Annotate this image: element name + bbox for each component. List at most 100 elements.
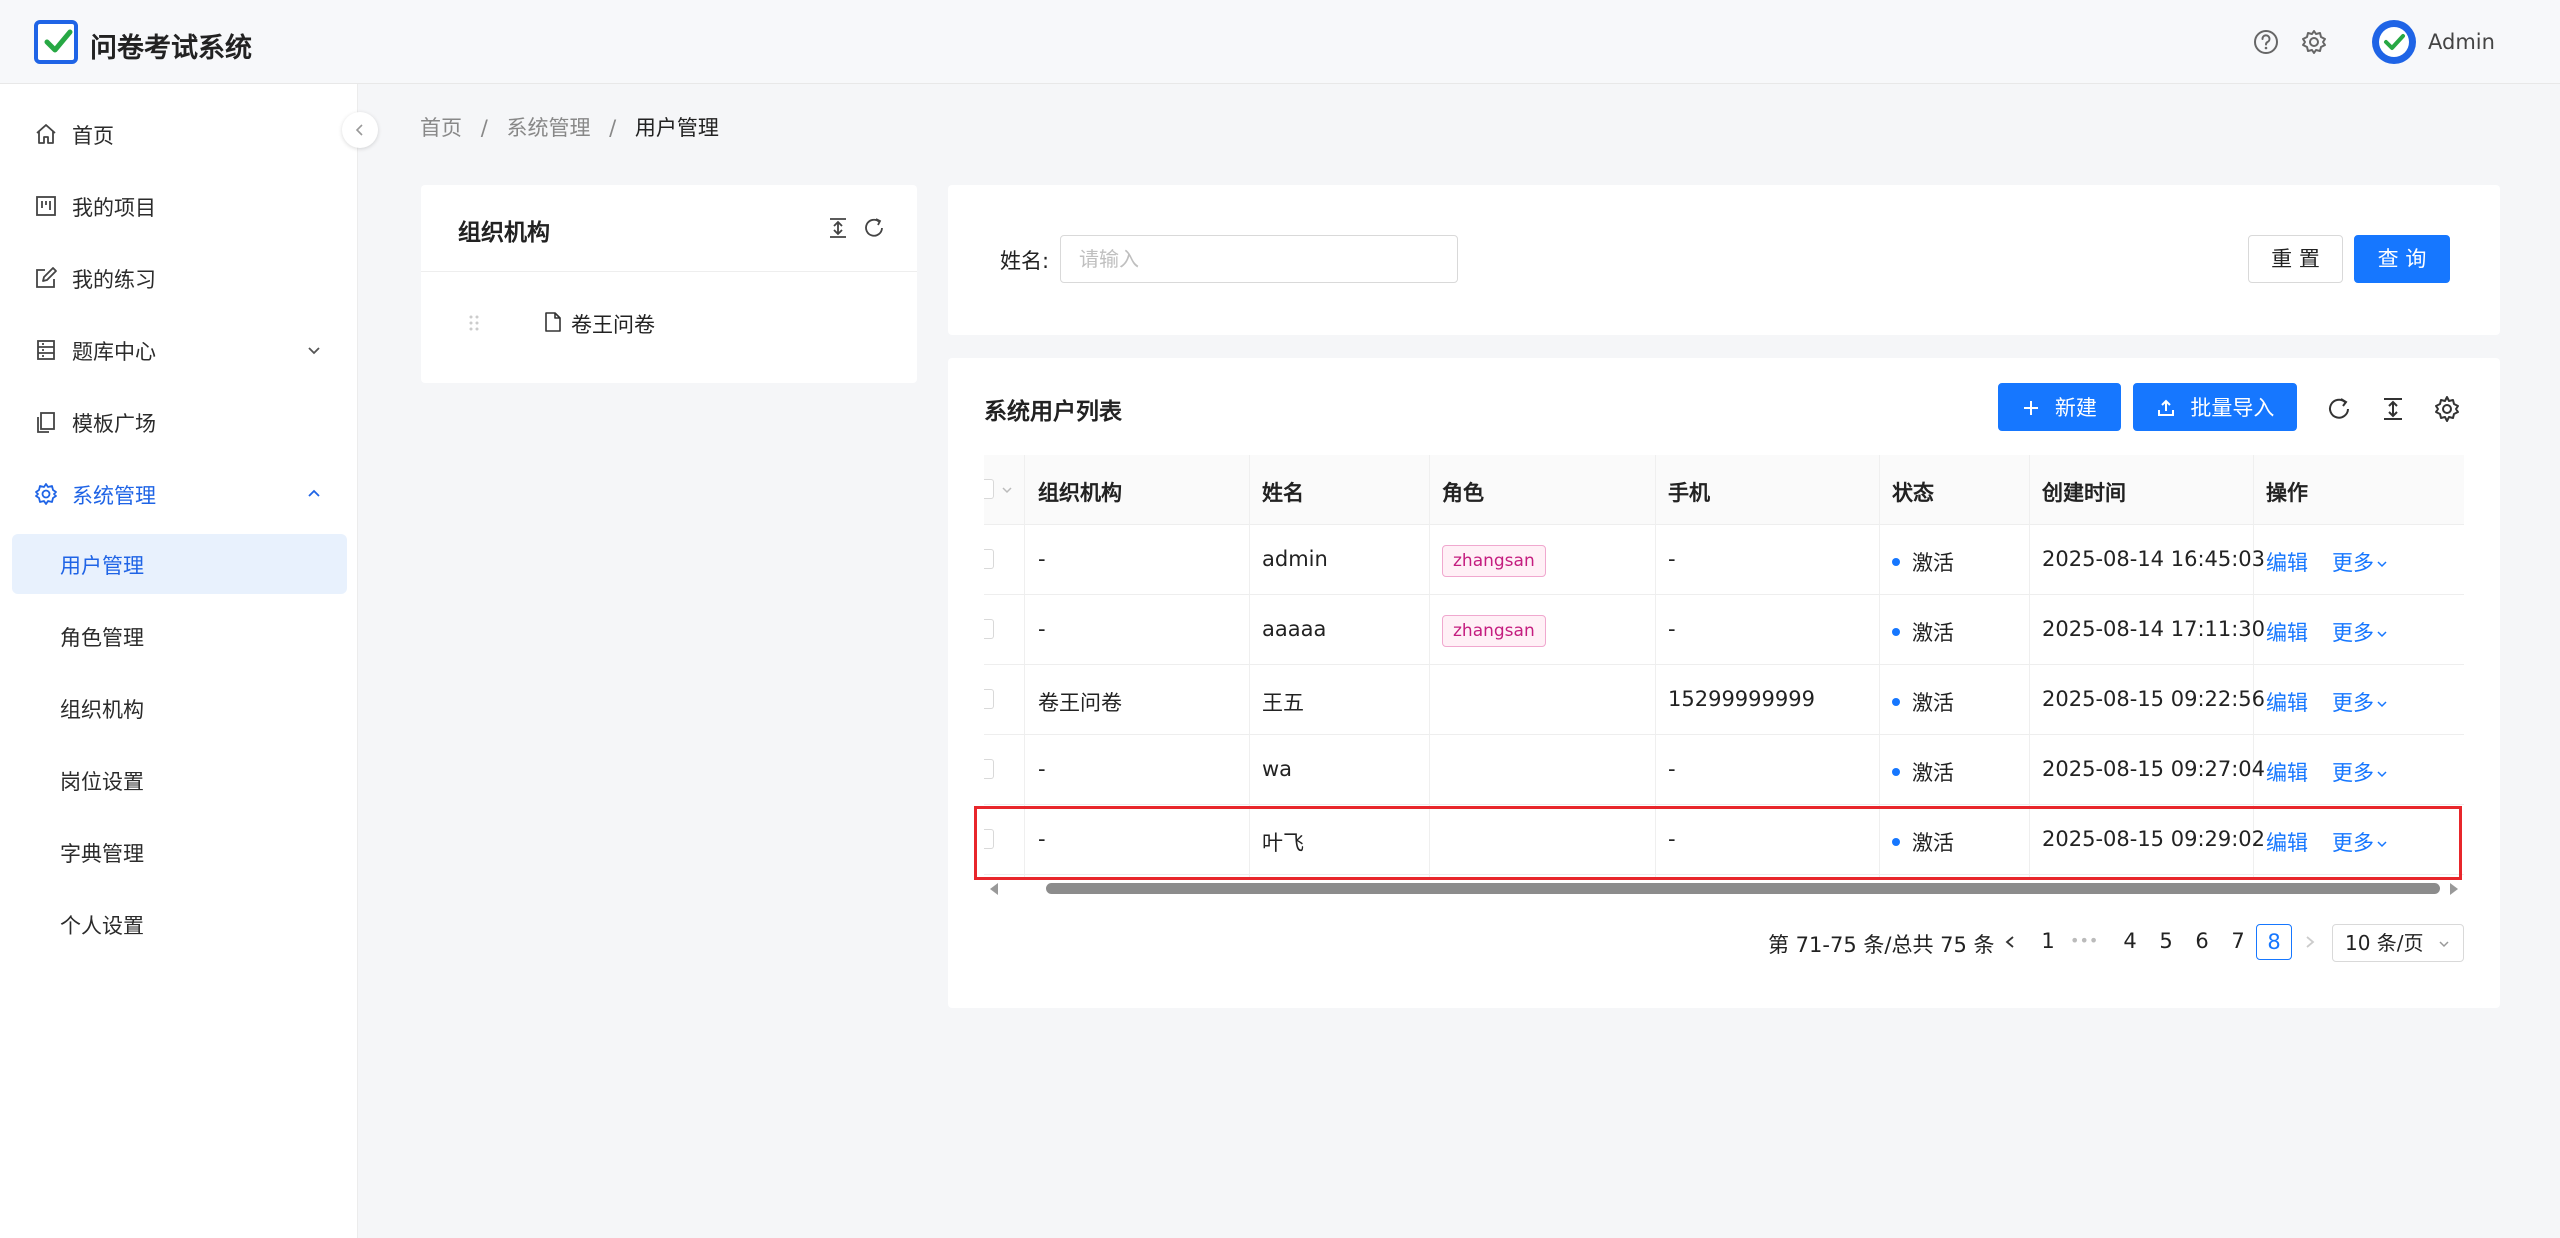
- page-6[interactable]: 6: [2188, 924, 2216, 960]
- edit-link[interactable]: 编辑: [2266, 617, 2308, 647]
- sidebar-item-label: 题库中心: [72, 340, 156, 364]
- more-label: 更多: [2332, 621, 2374, 645]
- select-all-checkbox[interactable]: [984, 479, 994, 499]
- more-dropdown[interactable]: 更多: [2332, 547, 2388, 577]
- sidebar-item-home[interactable]: 首页: [0, 106, 358, 162]
- chevron-down-icon: [2377, 771, 2387, 778]
- sidebar-item-system[interactable]: 系统管理: [0, 466, 358, 522]
- app-logo-icon: [34, 20, 78, 64]
- page-5[interactable]: 5: [2152, 924, 2180, 960]
- expand-collapse-icon[interactable]: [825, 215, 851, 241]
- page-7[interactable]: 7: [2224, 924, 2252, 960]
- sidebar-item-templates[interactable]: 模板广场: [0, 394, 358, 450]
- database-icon: [37, 340, 55, 360]
- row-checkbox[interactable]: [984, 549, 994, 569]
- name-search-input[interactable]: [1060, 235, 1458, 283]
- prev-page-icon[interactable]: [2002, 934, 2018, 950]
- sidebar-item-projects[interactable]: 我的项目: [0, 178, 358, 234]
- pagination-total: 第 71-75 条/总共 75 条: [1768, 933, 1995, 957]
- sidebar-item-dictionary[interactable]: 字典管理: [12, 822, 347, 882]
- cell-org: -: [1038, 757, 1046, 781]
- status-dot-icon: [1892, 768, 1900, 776]
- more-label: 更多: [2332, 691, 2374, 715]
- column-settings-gear-icon[interactable]: [2432, 394, 2462, 424]
- row-checkbox[interactable]: [984, 689, 994, 709]
- query-button[interactable]: 查 询: [2354, 235, 2450, 283]
- sidebar-collapse-button[interactable]: [342, 112, 378, 148]
- reset-button[interactable]: 重 置: [2248, 235, 2343, 283]
- sidebar-item-question-bank[interactable]: 题库中心: [0, 322, 358, 378]
- cell-status: 激活: [1912, 761, 1954, 785]
- batch-import-button[interactable]: 批量导入: [2133, 383, 2297, 431]
- scroll-right-arrow-icon[interactable]: [2448, 882, 2460, 896]
- more-dropdown[interactable]: 更多: [2332, 617, 2388, 647]
- more-dropdown[interactable]: 更多: [2332, 687, 2388, 717]
- edit-icon: [36, 267, 57, 288]
- breadcrumb-separator: /: [480, 116, 488, 140]
- page-size-select[interactable]: 10 条/页: [2332, 924, 2464, 962]
- column-header-name: 姓名: [1262, 481, 1304, 505]
- status-dot-icon: [1892, 558, 1900, 566]
- page-ellipsis[interactable]: •••: [2070, 924, 2098, 960]
- gear-icon: [35, 483, 57, 505]
- plus-icon: [2024, 401, 2039, 415]
- sidebar-item-personal-settings[interactable]: 个人设置: [12, 894, 347, 954]
- page-4[interactable]: 4: [2116, 924, 2144, 960]
- scroll-left-arrow-icon[interactable]: [988, 882, 1000, 896]
- avatar[interactable]: [2372, 20, 2416, 64]
- cell-name: admin: [1262, 547, 1328, 571]
- horizontal-scrollbar[interactable]: [984, 880, 2464, 896]
- home-icon: [36, 124, 56, 144]
- reload-icon[interactable]: [2324, 394, 2354, 424]
- chevron-down-icon: [2377, 701, 2387, 708]
- breadcrumb-separator: /: [609, 116, 617, 140]
- page-8-current[interactable]: 8: [2256, 924, 2292, 960]
- cell-name: 王五: [1262, 691, 1304, 715]
- sidebar-item-label: 字典管理: [60, 842, 144, 866]
- page-1[interactable]: 1: [2034, 924, 2062, 960]
- sidebar-item-role-management[interactable]: 角色管理: [12, 606, 347, 666]
- refresh-icon[interactable]: [861, 215, 887, 241]
- scrollbar-thumb[interactable]: [1046, 883, 2440, 894]
- user-name[interactable]: Admin: [2428, 30, 2495, 54]
- breadcrumb-home[interactable]: 首页: [420, 116, 462, 140]
- breadcrumb-system[interactable]: 系统管理: [506, 116, 590, 140]
- tree-node-label: 卷王问卷: [571, 313, 655, 337]
- cell-org: 卷王问卷: [1038, 691, 1122, 715]
- highlight-box: [974, 806, 2462, 880]
- more-label: 更多: [2332, 551, 2374, 575]
- table-row[interactable]: - admin zhangsan - 激活 2025-08-14 16:45:0…: [984, 525, 2464, 595]
- column-header-actions: 操作: [2266, 481, 2308, 505]
- chevron-down-icon: [2377, 631, 2387, 638]
- column-header-role: 角色: [1442, 481, 1484, 505]
- sidebar-item-user-management[interactable]: 用户管理: [12, 534, 347, 594]
- cell-phone: 15299999999: [1668, 687, 1815, 711]
- help-icon[interactable]: [2252, 28, 2280, 56]
- more-dropdown[interactable]: 更多: [2332, 757, 2388, 787]
- sidebar-item-organization[interactable]: 组织机构: [12, 678, 347, 738]
- divider: [421, 271, 917, 272]
- sidebar-item-practice[interactable]: 我的练习: [0, 250, 358, 306]
- table-row[interactable]: - wa - 激活 2025-08-15 09:27:04 编辑 更多: [984, 735, 2464, 805]
- chevron-down-icon: [308, 347, 320, 355]
- sidebar-item-positions[interactable]: 岗位设置: [12, 750, 347, 810]
- status-dot-icon: [1892, 628, 1900, 636]
- page-size-value: 10 条/页: [2345, 931, 2424, 955]
- table-row[interactable]: 卷王问卷 王五 15299999999 激活 2025-08-15 09:22:…: [984, 665, 2464, 735]
- column-height-icon[interactable]: [2378, 394, 2408, 424]
- new-user-label: 新建: [2054, 396, 2097, 420]
- settings-gear-icon[interactable]: [2300, 28, 2328, 56]
- edit-link[interactable]: 编辑: [2266, 547, 2308, 577]
- chevron-down-icon[interactable]: [1000, 483, 1014, 497]
- new-user-button[interactable]: 新建: [1998, 383, 2121, 431]
- drag-handle-icon[interactable]: [467, 313, 481, 333]
- table-row[interactable]: - aaaaa zhangsan - 激活 2025-08-14 17:11:3…: [984, 595, 2464, 665]
- sidebar-item-label: 我的项目: [72, 196, 156, 220]
- edit-link[interactable]: 编辑: [2266, 687, 2308, 717]
- next-page-icon[interactable]: [2302, 934, 2318, 950]
- sidebar-item-label: 用户管理: [60, 554, 144, 578]
- row-checkbox[interactable]: [984, 759, 994, 779]
- cell-created: 2025-08-15 09:22:56: [2042, 687, 2266, 711]
- row-checkbox[interactable]: [984, 619, 994, 639]
- edit-link[interactable]: 编辑: [2266, 757, 2308, 787]
